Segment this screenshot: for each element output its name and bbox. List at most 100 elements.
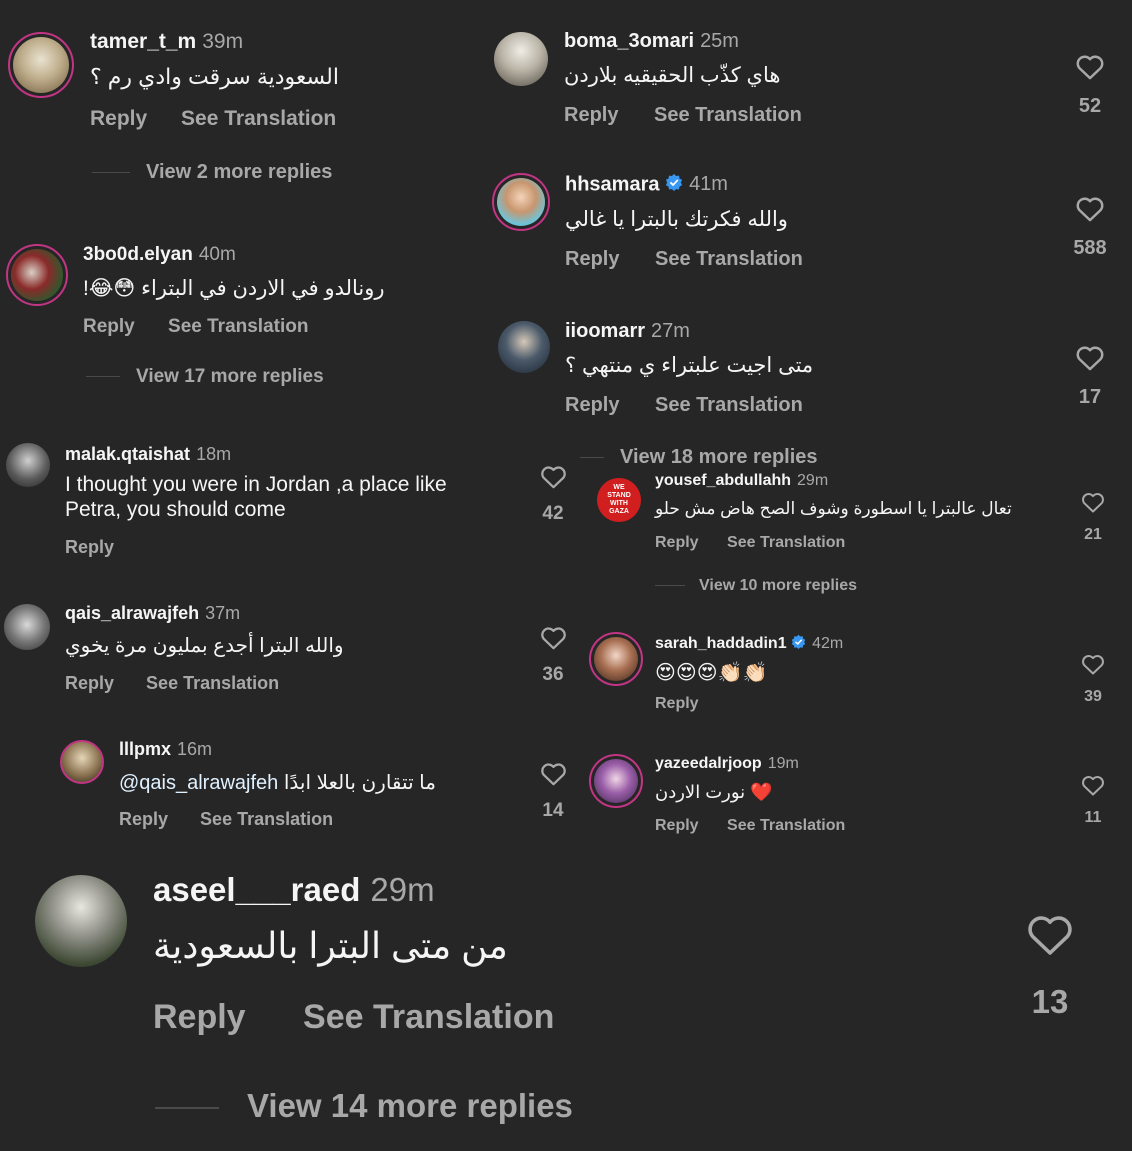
reply-button[interactable]: Reply bbox=[65, 537, 114, 558]
like-count: 11 bbox=[1084, 809, 1102, 826]
comment-text: والله البترا أجدع بمليون مرة يخوي bbox=[65, 635, 344, 657]
verified-badge-icon bbox=[791, 634, 806, 654]
timestamp: 29m bbox=[797, 472, 829, 489]
like-heart-icon[interactable] bbox=[1026, 912, 1074, 956]
like-heart-icon[interactable] bbox=[1075, 195, 1105, 222]
username[interactable]: hhsamara 41m bbox=[565, 173, 728, 197]
comment-text: والله فكرتك بالبترا يا غالي bbox=[565, 208, 788, 231]
see-translation-button[interactable]: See Translation bbox=[727, 534, 845, 552]
avatar[interactable] bbox=[6, 443, 50, 487]
like-heart-icon[interactable] bbox=[1075, 344, 1105, 371]
see-translation-button[interactable]: See Translation bbox=[727, 817, 845, 835]
comment-elyan: 3bo0d.elyan 40m رونالدو في الاردن في البت… bbox=[0, 240, 470, 400]
comment-actions: Reply See Translation bbox=[119, 809, 333, 830]
verified-badge-icon bbox=[665, 173, 683, 197]
comment-text: متى اجيت علبتراء ي منتهي ؟ bbox=[565, 354, 814, 377]
timestamp: 18m bbox=[196, 444, 232, 464]
reply-button[interactable]: Reply bbox=[153, 998, 246, 1037]
avatar[interactable] bbox=[492, 173, 550, 231]
avatar[interactable] bbox=[589, 754, 643, 808]
view-more-replies[interactable]: View 18 more replies bbox=[580, 446, 818, 469]
comment-actions: Reply See Translation bbox=[83, 316, 308, 338]
view-more-replies[interactable]: View 10 more replies bbox=[655, 577, 857, 595]
username[interactable]: lllpmx 16m bbox=[119, 739, 212, 760]
see-translation-button[interactable]: See Translation bbox=[654, 104, 802, 127]
comment-actions: Reply See Translation bbox=[90, 107, 336, 131]
like-heart-icon[interactable] bbox=[1075, 53, 1105, 80]
like-count: 42 bbox=[542, 503, 564, 524]
like-count: 36 bbox=[542, 664, 564, 685]
like-count: 14 bbox=[542, 800, 564, 821]
username[interactable]: yousef_abdullahh 29m bbox=[655, 472, 828, 490]
username[interactable]: malak.qtaishat 18m bbox=[65, 444, 231, 465]
mention-link[interactable]: @qais_alrawajfeh bbox=[119, 772, 278, 794]
reply-button[interactable]: Reply bbox=[83, 316, 135, 338]
reply-button[interactable]: Reply bbox=[655, 534, 699, 552]
see-translation-button[interactable]: See Translation bbox=[168, 316, 308, 338]
comment-actions: Reply See Translation bbox=[153, 998, 554, 1037]
comment-sarah: sarah_haddadin1 42m 😍😍😍👏🏻👏🏻 Reply 39 bbox=[585, 630, 1132, 730]
see-translation-button[interactable]: See Translation bbox=[655, 248, 803, 271]
reply-button[interactable]: Reply bbox=[564, 104, 618, 127]
avatar[interactable] bbox=[8, 32, 74, 98]
avatar[interactable] bbox=[498, 321, 550, 373]
avatar[interactable] bbox=[35, 875, 127, 967]
comment-actions: Reply See Translation bbox=[65, 673, 279, 694]
comment-actions: Reply bbox=[655, 695, 699, 713]
like-heart-icon[interactable] bbox=[1081, 774, 1105, 796]
avatar[interactable] bbox=[589, 632, 643, 686]
reply-button[interactable]: Reply bbox=[119, 809, 168, 830]
comment-text: رونالدو في الاردن في البتراء 😳😂! bbox=[83, 277, 385, 300]
like-count: 17 bbox=[1078, 386, 1102, 408]
like-heart-icon[interactable] bbox=[1081, 653, 1105, 675]
avatar[interactable] bbox=[60, 740, 104, 784]
comment-aseel: aseel___raed 29m من متى البترا بالسعودية … bbox=[0, 855, 1132, 1151]
comment-boma: boma_3omari 25m هاي كذّب الحقيقيه بلاردن … bbox=[480, 20, 1132, 140]
username[interactable]: tamer_t_m 39m bbox=[90, 30, 243, 54]
view-more-replies[interactable]: View 14 more replies bbox=[155, 1087, 573, 1125]
comment-text: @qais_alrawajfeh ما تتقارن بالعلا ابدًا bbox=[119, 770, 436, 795]
avatar[interactable] bbox=[4, 604, 50, 650]
comment-text: ❤️ نورت الاردن bbox=[655, 782, 773, 802]
see-translation-button[interactable]: See Translation bbox=[303, 998, 554, 1037]
comment-text: هاي كذّب الحقيقيه بلاردن bbox=[564, 64, 781, 87]
like-count: 588 bbox=[1073, 237, 1107, 259]
reply-button[interactable]: Reply bbox=[90, 107, 147, 131]
like-heart-icon[interactable] bbox=[540, 625, 567, 650]
username[interactable]: sarah_haddadin1 42m bbox=[655, 634, 843, 654]
comment-text: من متى البترا بالسعودية bbox=[153, 925, 508, 966]
timestamp: 29m bbox=[370, 871, 435, 908]
see-translation-button[interactable]: See Translation bbox=[146, 673, 279, 694]
see-translation-button[interactable]: See Translation bbox=[200, 809, 333, 830]
username[interactable]: aseel___raed 29m bbox=[153, 871, 435, 909]
username[interactable]: yazeedalrjoop 19m bbox=[655, 755, 799, 773]
view-more-replies[interactable]: View 17 more replies bbox=[86, 366, 324, 388]
like-count: 13 bbox=[1031, 983, 1069, 1020]
avatar[interactable]: WE STAND WITH GAZA bbox=[597, 478, 641, 522]
comment-text-line-1: I thought you were in Jordan ,a place li… bbox=[65, 473, 447, 496]
reply-lllpmx: lllpmx 16m @qais_alrawajfeh ما تتقارن بال… bbox=[0, 736, 580, 836]
reply-button[interactable]: Reply bbox=[565, 394, 619, 417]
view-more-replies[interactable]: View 2 more replies bbox=[92, 161, 332, 184]
timestamp: 37m bbox=[205, 603, 241, 623]
reply-button[interactable]: Reply bbox=[65, 673, 114, 694]
username[interactable]: 3bo0d.elyan 40m bbox=[83, 244, 236, 266]
comment-text: تعال عالبترا يا اسطورة وشوف الصح هاض مش … bbox=[655, 499, 1012, 518]
username[interactable]: iioomarr 27m bbox=[565, 320, 690, 343]
see-translation-button[interactable]: See Translation bbox=[655, 394, 803, 417]
reply-button[interactable]: Reply bbox=[655, 695, 699, 713]
username[interactable]: qais_alrawajfeh 37m bbox=[65, 603, 240, 624]
avatar[interactable] bbox=[6, 244, 68, 306]
see-translation-button[interactable]: See Translation bbox=[181, 107, 336, 131]
comment-hhsamara: hhsamara 41m والله فكرتك بالبترا يا غالي… bbox=[480, 165, 1132, 285]
comment-qais: qais_alrawajfeh 37m والله البترا أجدع بمل… bbox=[0, 600, 580, 700]
avatar[interactable] bbox=[494, 32, 548, 86]
reply-button[interactable]: Reply bbox=[565, 248, 619, 271]
like-heart-icon[interactable] bbox=[1081, 491, 1105, 513]
comment-yazeed: yazeedalrjoop 19m ❤️ نورت الاردن Reply Se… bbox=[585, 752, 1132, 852]
username[interactable]: boma_3omari 25m bbox=[564, 30, 739, 53]
like-count: 52 bbox=[1078, 95, 1102, 117]
like-count: 21 bbox=[1084, 526, 1102, 543]
like-heart-icon[interactable] bbox=[540, 761, 567, 786]
reply-button[interactable]: Reply bbox=[655, 817, 699, 835]
